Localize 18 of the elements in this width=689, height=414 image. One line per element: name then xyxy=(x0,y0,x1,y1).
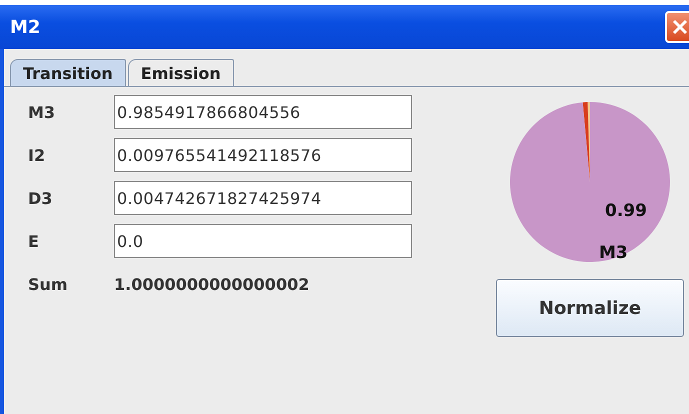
category-label: M3 xyxy=(599,243,628,263)
value-field[interactable]: 0.004742671827425974 xyxy=(114,181,412,215)
field-label: I2 xyxy=(28,146,46,164)
tab[interactable]: Transition xyxy=(10,59,126,86)
value-field[interactable]: 0.9854917866804556 xyxy=(114,95,412,129)
normalize-button[interactable]: Normalize xyxy=(496,279,684,337)
value-field[interactable]: 0.009765541492118576 xyxy=(114,138,412,172)
sum-value: 1.0000000000000002 xyxy=(114,274,310,294)
tab[interactable]: Emission xyxy=(128,59,234,86)
close-icon xyxy=(671,18,689,36)
field-label: D3 xyxy=(28,188,54,208)
sum-label: Sum xyxy=(28,274,69,294)
window-title: M2 xyxy=(10,16,40,38)
data-label: 0.99 xyxy=(605,201,647,221)
field-label: M3 xyxy=(28,102,56,122)
close-button[interactable] xyxy=(665,11,689,43)
field-label: E xyxy=(28,232,40,250)
value-field[interactable]: 0.0 xyxy=(114,224,412,258)
